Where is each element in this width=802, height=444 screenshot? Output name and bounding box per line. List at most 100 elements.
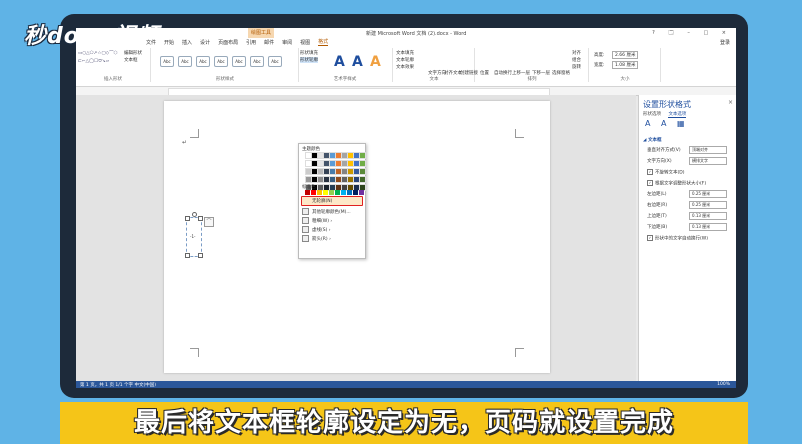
text-effects-button[interactable]: 文本效果 — [396, 64, 414, 70]
tab-mailings[interactable]: 邮件 — [264, 39, 274, 46]
standard-color-swatch[interactable] — [329, 190, 334, 195]
tab-format[interactable]: 格式 — [318, 38, 329, 46]
sign-in-link[interactable]: 登录 — [720, 39, 730, 46]
shapes-gallery-row2[interactable]: ⊏⌐△◯☐⬭↘▱ — [78, 58, 109, 64]
style-preset-1[interactable]: Abc — [160, 56, 174, 67]
standard-color-swatch[interactable] — [305, 190, 310, 195]
tab-home[interactable]: 开始 — [164, 39, 174, 46]
align-button[interactable]: 对齐 — [572, 50, 581, 56]
pane-field-label: 文字方向(X) — [647, 159, 672, 164]
checkbox-icon[interactable]: ✓ — [647, 235, 653, 241]
pane-tabs: 形状选项 文本选项 — [643, 111, 687, 118]
resize-handle[interactable] — [198, 253, 203, 258]
group-insert-shapes: ▭○△⬠↗☆▢◇⌒⬡ ⊏⌐△◯☐⬭↘▱ 编辑形状 文本框 插入形状 — [76, 48, 151, 82]
zoom-level[interactable]: 100% — [717, 382, 730, 387]
text-box-button[interactable]: 文本框 — [124, 57, 138, 63]
arrows-menu-item[interactable]: 箭头(R) › — [302, 235, 331, 242]
tab-shape-options[interactable]: 形状选项 — [643, 112, 661, 117]
standard-color-swatch[interactable] — [341, 190, 346, 195]
standard-color-swatch[interactable] — [335, 190, 340, 195]
resize-handle[interactable] — [185, 216, 190, 221]
pane-field-input[interactable]: 横排文字 — [689, 157, 727, 165]
tab-layout[interactable]: 页面布局 — [218, 39, 238, 46]
tab-insert[interactable]: 插入 — [182, 39, 192, 46]
pane-checkbox-row[interactable]: ✓ 不旋转文本(D) — [647, 169, 684, 176]
tab-references[interactable]: 引用 — [246, 39, 256, 46]
arrow-icon — [302, 235, 309, 242]
dashes-menu-item[interactable]: 虚线(S) › — [302, 226, 331, 233]
width-input[interactable]: 1.08 厘米 — [612, 61, 639, 69]
group-arrange: 位置 自动换行 上移一层 下移一层 选择窗格 对齐 组合 旋转 排列 — [476, 48, 589, 82]
standard-color-swatch[interactable] — [311, 190, 316, 195]
standard-color-swatch[interactable] — [347, 190, 352, 195]
style-preset-4[interactable]: Abc — [214, 56, 228, 67]
standard-color-swatch[interactable] — [323, 190, 328, 195]
tab-design[interactable]: 设计 — [200, 39, 210, 46]
style-preset-6[interactable]: Abc — [250, 56, 264, 67]
shape-fill-button[interactable]: 形状填充 — [300, 50, 318, 56]
dash-icon — [302, 226, 309, 233]
resize-handle[interactable] — [198, 216, 203, 221]
style-preset-2[interactable]: Abc — [178, 56, 192, 67]
style-preset-3[interactable]: Abc — [196, 56, 210, 67]
close-icon[interactable]: × — [728, 99, 733, 106]
color-swatch[interactable] — [359, 176, 366, 183]
pane-checkbox-row[interactable]: ✓ 形状中的文字自动换行(W) — [647, 235, 708, 242]
standard-color-row — [305, 190, 364, 195]
pane-field-input[interactable]: 0.13 厘米 — [689, 212, 727, 220]
other-colors-label: 其他轮廓颜色(M)... — [312, 210, 351, 215]
layout-options-icon[interactable]: ⌒ — [204, 217, 214, 227]
textbox-section[interactable]: ◢ 文本框 — [643, 137, 662, 143]
tab-review[interactable]: 审阅 — [282, 39, 292, 46]
color-swatch[interactable] — [359, 160, 366, 167]
standard-color-swatch[interactable] — [359, 190, 364, 195]
pane-field-label: 垂直对齐方式(V) — [647, 148, 681, 153]
wordart-style-1[interactable]: A — [334, 54, 345, 70]
color-swatch[interactable] — [359, 152, 366, 159]
margin-mark-bl — [190, 348, 199, 357]
height-input[interactable]: 2.66 厘米 — [612, 51, 639, 59]
text-option-icons[interactable]: A A ▦ — [645, 119, 689, 128]
color-swatch[interactable] — [359, 168, 366, 175]
pane-field-input[interactable]: 0.13 厘米 — [689, 223, 727, 231]
tab-view[interactable]: 视图 — [300, 39, 310, 46]
tab-file[interactable]: 文件 — [146, 39, 156, 46]
wordart-style-3[interactable]: A — [370, 54, 381, 70]
arrows-label: 箭头(R) — [312, 237, 328, 242]
weight-menu-item[interactable]: 粗细(W) › — [302, 217, 332, 224]
standard-color-swatch[interactable] — [317, 190, 322, 195]
group-button[interactable]: 组合 — [572, 57, 581, 63]
pane-field-input[interactable]: 顶端对齐 — [689, 146, 727, 154]
shapes-gallery[interactable]: ▭○△⬠↗☆▢◇⌒⬡ — [78, 50, 118, 56]
text-outline-button[interactable]: 文本轮廓 — [396, 57, 414, 63]
wordart-style-2[interactable]: A — [352, 54, 363, 70]
status-left: 第 1 页，共 1 页 1/1 个字 中文(中国) — [80, 383, 156, 388]
style-preset-7[interactable]: Abc — [268, 56, 282, 67]
checkbox-icon[interactable]: ✓ — [647, 169, 653, 175]
no-outline-menu-item[interactable]: 无轮廓(N) — [301, 196, 363, 206]
style-preset-5[interactable]: Abc — [232, 56, 246, 67]
subtitle-text: 最后将文本框轮廓设定为无，页码就设置完成 — [133, 408, 674, 438]
edit-shape-button[interactable]: 编辑形状 — [124, 50, 142, 56]
group-size: 高度: 2.66 厘米 宽度: 1.08 厘米 大小 — [590, 48, 661, 82]
rotate-handle[interactable] — [192, 212, 197, 217]
context-tab-group: 绘图工具 — [248, 28, 274, 38]
window-controls[interactable]: ? 🗔 – □ × — [652, 30, 732, 38]
checkbox-icon[interactable]: ✓ — [647, 180, 653, 186]
pane-field-label: 右边距(R) — [647, 203, 668, 208]
other-colors-menu-item[interactable]: 其他轮廓颜色(M)... — [302, 208, 351, 215]
page-number-textbox[interactable]: -1- — [185, 212, 203, 258]
group-label: 排列 — [527, 77, 537, 82]
text-fill-button[interactable]: 文本填充 — [396, 50, 414, 56]
pane-field-input[interactable]: 0.25 厘米 — [689, 190, 727, 198]
pane-checkbox-row[interactable]: ✓ 根据文字调整形状大小(F) — [647, 180, 706, 187]
pane-title: 设置形状格式 — [643, 100, 691, 109]
rotate-button[interactable]: 旋转 — [572, 64, 581, 70]
pane-field-input[interactable]: 0.25 厘米 — [689, 201, 727, 209]
width-label: 宽度: — [594, 63, 605, 68]
status-bar: 第 1 页，共 1 页 1/1 个字 中文(中国) 100% — [76, 381, 736, 388]
standard-color-swatch[interactable] — [353, 190, 358, 195]
resize-handle[interactable] — [185, 253, 190, 258]
tab-text-options[interactable]: 文本选项 — [668, 112, 687, 118]
shape-outline-button[interactable]: 形状轮廓 — [300, 57, 318, 63]
